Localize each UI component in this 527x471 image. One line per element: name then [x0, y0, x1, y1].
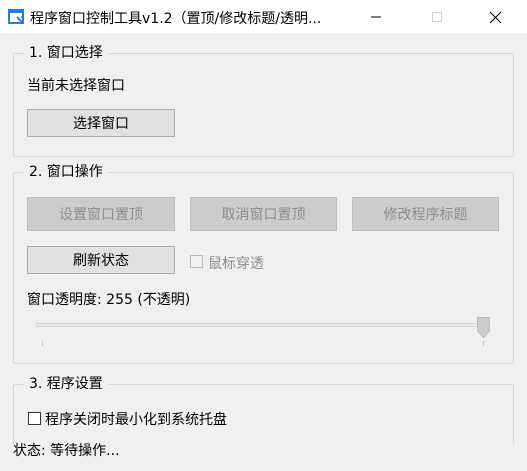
opacity-slider-track[interactable] [36, 323, 488, 327]
refresh-status-button[interactable]: 刷新状态 [27, 246, 175, 274]
group-window-select: 1. 窗口选择 [13, 44, 514, 157]
close-button[interactable] [472, 0, 518, 34]
status-text: 状态: 等待操作... [13, 443, 120, 459]
slider-tick-max [483, 341, 484, 346]
app-window-icon [8, 9, 24, 24]
group-title-select: 1. 窗口选择 [24, 44, 108, 62]
opacity-slider-thumb[interactable] [477, 317, 490, 338]
window-title: 程序窗口控制工具v1.2（置顶/修改标题/透明... [30, 11, 322, 27]
maximize-icon [432, 12, 442, 22]
rename-title-button[interactable]: 修改程序标题 [352, 197, 499, 231]
title-bar[interactable]: 程序窗口控制工具v1.2（置顶/修改标题/透明... [0, 0, 527, 35]
close-icon [489, 11, 501, 23]
minimize-to-tray-checkbox[interactable] [28, 412, 41, 425]
select-window-button[interactable]: 选择窗口 [27, 109, 175, 137]
maximize-button[interactable] [414, 0, 460, 34]
group-title-settings: 3. 程序设置 [24, 375, 108, 393]
click-through-label: 鼠标穿透 [208, 256, 264, 272]
minimize-button[interactable] [353, 0, 399, 34]
current-window-status: 当前未选择窗口 [27, 78, 125, 94]
opacity-label: 窗口透明度: 255 (不透明) [27, 292, 191, 308]
group-title-operate: 2. 窗口操作 [24, 163, 108, 181]
unpin-window-button[interactable]: 取消窗口置顶 [190, 197, 337, 231]
pin-window-button[interactable]: 设置窗口置顶 [27, 197, 175, 231]
minimize-to-tray-label: 程序关闭时最小化到系统托盘 [45, 412, 227, 428]
minimize-icon [371, 16, 381, 18]
slider-tick-min [42, 341, 43, 346]
click-through-checkbox[interactable] [190, 255, 203, 268]
